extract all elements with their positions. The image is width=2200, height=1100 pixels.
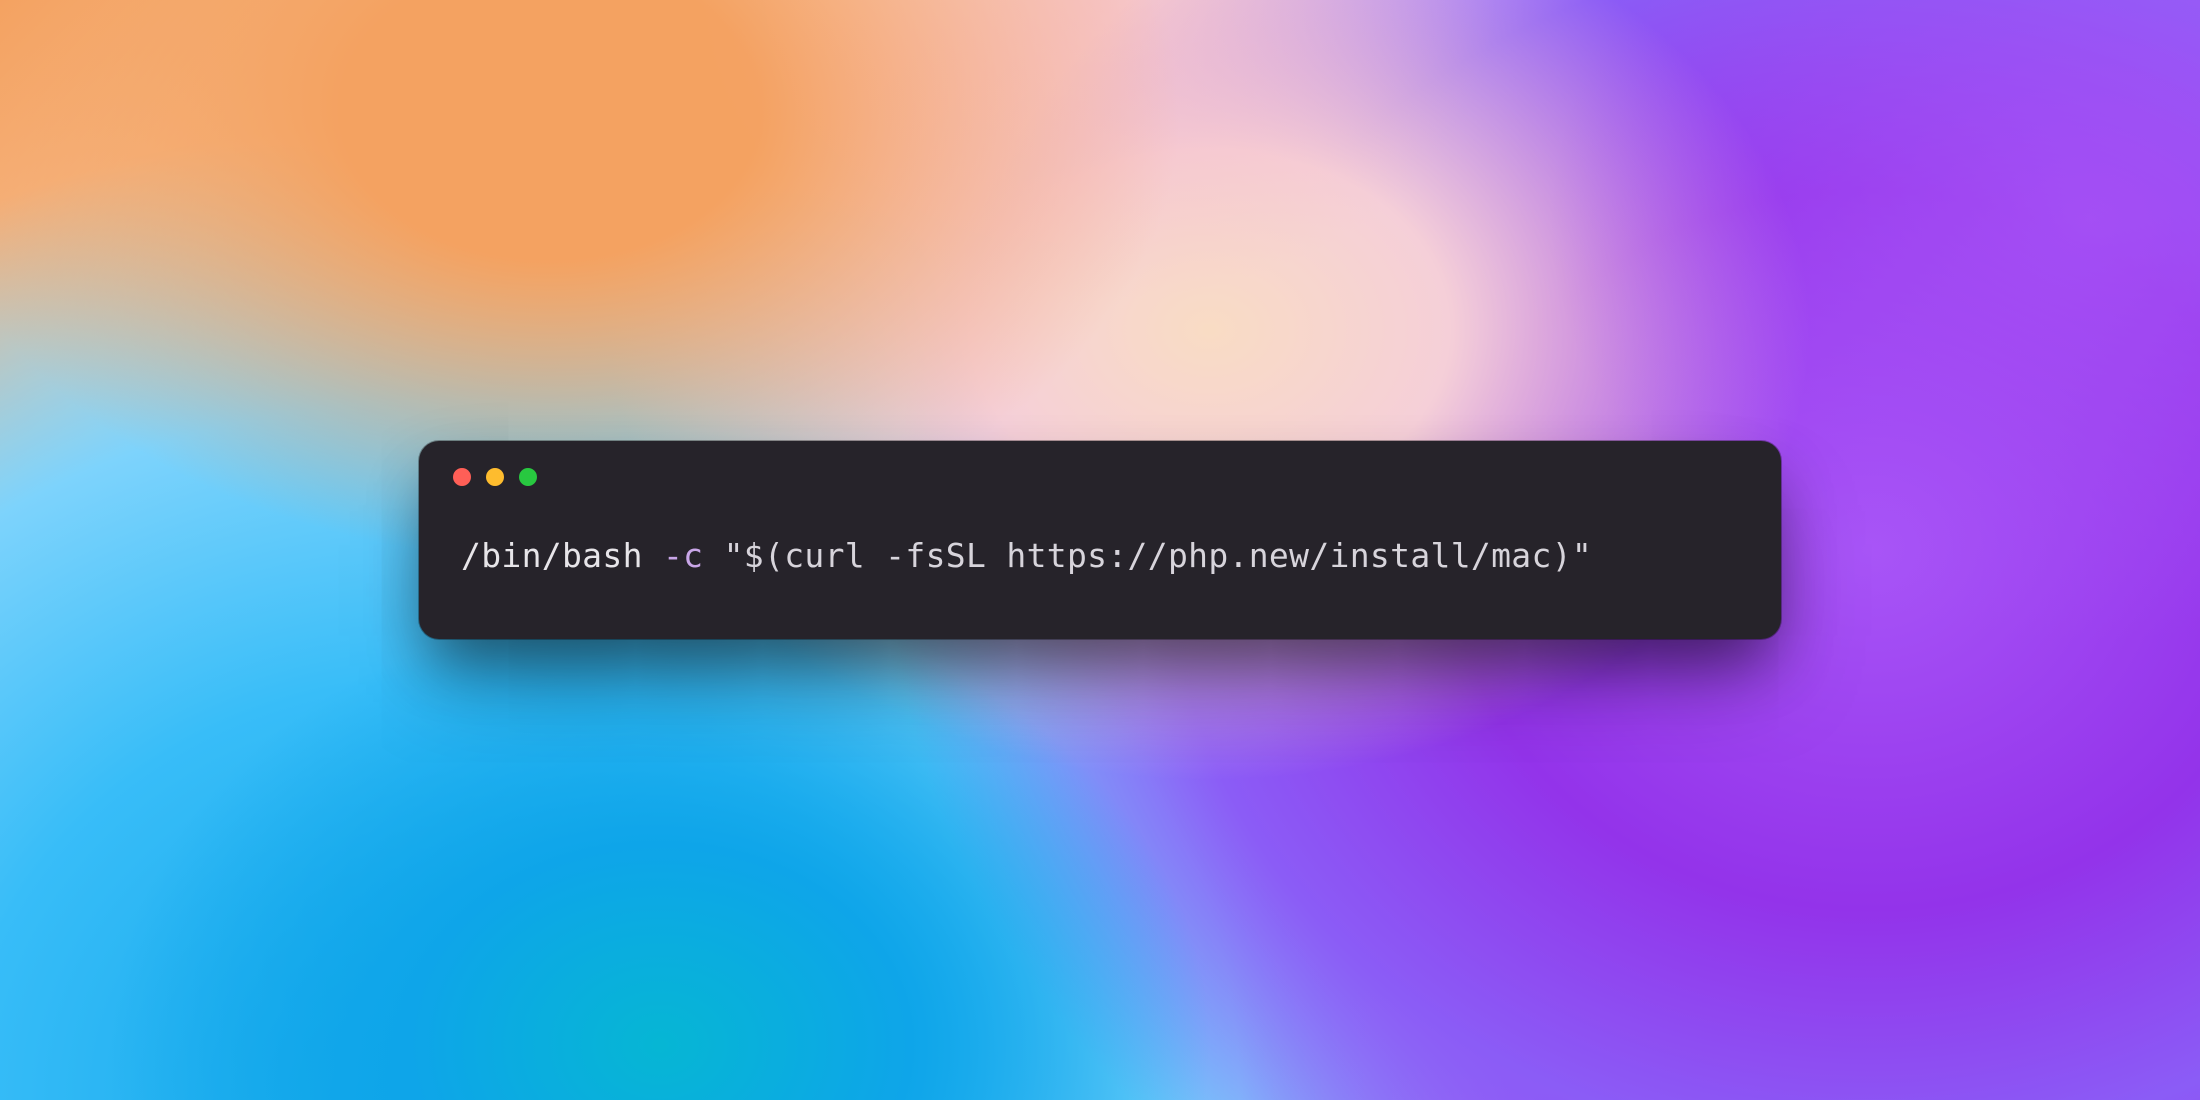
stage: /bin/bash -c "$(curl -fsSL https://php.n…	[0, 0, 2200, 1100]
window-titlebar[interactable]	[419, 441, 1781, 513]
command-token-space	[703, 536, 723, 575]
window-close-button[interactable]	[453, 468, 471, 486]
command-token-path: /bin/bash	[461, 536, 663, 575]
terminal-window: /bin/bash -c "$(curl -fsSL https://php.n…	[419, 441, 1781, 639]
command-token-flag: -c	[663, 536, 703, 575]
terminal-command-line[interactable]: /bin/bash -c "$(curl -fsSL https://php.n…	[461, 531, 1739, 581]
command-token-close-quote: "	[1572, 536, 1592, 575]
window-zoom-button[interactable]	[519, 468, 537, 486]
terminal-body[interactable]: /bin/bash -c "$(curl -fsSL https://php.n…	[419, 513, 1781, 639]
window-minimize-button[interactable]	[486, 468, 504, 486]
command-token-body: $(curl -fsSL https://php.new/install/mac…	[744, 536, 1572, 575]
command-token-open-quote: "	[724, 536, 744, 575]
